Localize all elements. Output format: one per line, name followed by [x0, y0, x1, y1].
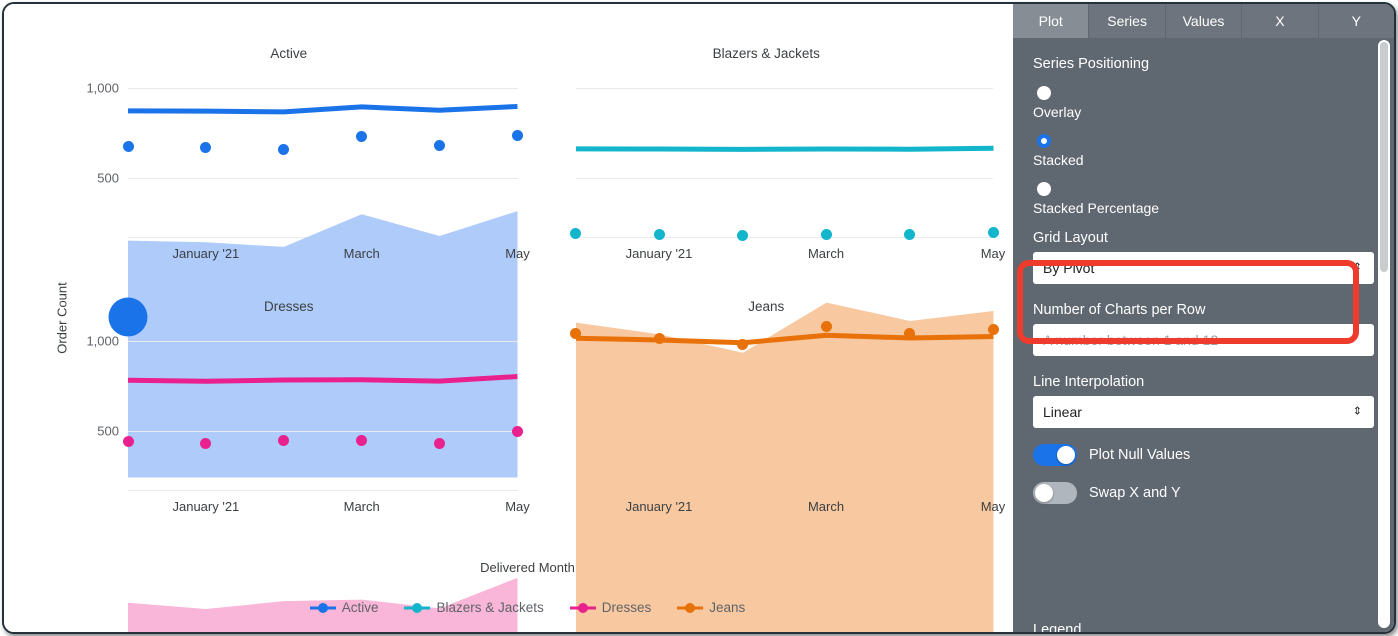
radio-icon-selected[interactable]	[1037, 134, 1051, 148]
x-tick-jan: January '21	[172, 246, 240, 261]
radio-option-stacked-percentage[interactable]: Stacked Percentage	[1033, 182, 1374, 216]
x-tick-mar: March	[807, 246, 845, 261]
toggle-row-plot-null-values[interactable]: Plot Null Values	[1033, 444, 1374, 466]
line-interpolation-select[interactable]: Linear ⇕	[1033, 396, 1374, 428]
toggle-label: Swap X and Y	[1089, 485, 1181, 501]
legend-label: Dresses	[601, 600, 652, 615]
series-positioning-label: Series Positioning	[1033, 56, 1150, 72]
charts-per-row-input[interactable]: A number between 1 and 12	[1033, 324, 1374, 356]
legend-label: Blazers & Jackets	[436, 600, 544, 615]
charts-per-row-label: Number of Charts per Row	[1033, 302, 1206, 318]
chevron-updown-icon: ⇕	[1352, 261, 1362, 274]
radio-label: Stacked	[1033, 152, 1084, 168]
settings-panel-body: Series Positioning Overlay Stacked Stack…	[1013, 38, 1394, 632]
x-tick-jan: January '21	[625, 246, 693, 261]
x-axis-dresses: January '21 March May	[128, 491, 529, 521]
radio-option-stacked[interactable]: Stacked	[1033, 134, 1374, 168]
legend-item-dresses[interactable]: Dresses	[569, 600, 652, 615]
legend-label: Jeans	[709, 600, 746, 615]
y-tick-500: 500	[97, 170, 119, 186]
x-axis-jeans: January '21 March May	[576, 491, 1006, 521]
radio-option-overlay[interactable]: Overlay	[1033, 86, 1374, 120]
radio-label: Stacked Percentage	[1033, 200, 1160, 216]
panel-scrollbar[interactable]	[1378, 40, 1390, 628]
y-tick-1000: 1,000	[86, 80, 119, 96]
chart-panel-jeans: Jeans January '21 March May	[528, 283, 1005, 632]
toggle-plot-null-values[interactable]	[1033, 444, 1077, 466]
tab-values[interactable]: Values	[1165, 4, 1243, 38]
x-tick-may: May	[505, 246, 530, 261]
legend-marker-icon	[404, 602, 431, 613]
tab-plot[interactable]: Plot	[1013, 4, 1090, 38]
plot-area-active: 1,000 500 January '21 March May	[86, 81, 530, 478]
chart-title-blazers-jackets: Blazers & Jackets	[712, 46, 820, 61]
x-tick-may: May	[505, 498, 530, 514]
legend-item-jeans[interactable]: Jeans	[677, 600, 745, 615]
tab-x[interactable]: X	[1242, 4, 1319, 38]
series-line-blazers-jackets	[576, 88, 994, 151]
chart-title-active: Active	[270, 46, 308, 61]
legend-item-active[interactable]: Active	[309, 600, 379, 615]
chart-title-jeans: Jeans	[748, 298, 785, 314]
x-tick-jan: January '21	[172, 498, 240, 514]
x-tick-mar: March	[807, 498, 845, 514]
chart-panel-dresses: Dresses 1,000 500 January '21 March May	[50, 283, 530, 632]
settings-panel: Plot Series Values X Y Series Positionin…	[1013, 4, 1394, 632]
line-interpolation-label: Line Interpolation	[1033, 374, 1145, 390]
chart-grid: Active 1,000 500 January '21 March May B…	[50, 30, 1005, 632]
radio-label: Overlay	[1033, 104, 1082, 120]
toggle-label: Plot Null Values	[1089, 447, 1191, 463]
plot-area-blazers-jackets: January '21 March May	[570, 88, 1005, 506]
x-axis-title: Delivered Month	[480, 560, 575, 575]
x-tick-mar: March	[343, 246, 380, 261]
legend-marker-icon	[309, 602, 336, 613]
legend-marker-icon	[569, 602, 596, 613]
chart-title-dresses: Dresses	[263, 298, 314, 314]
legend-section-label: Legend	[1033, 622, 1082, 632]
grid-layout-label: Grid Layout	[1033, 230, 1108, 246]
x-tick-jan: January '21	[625, 498, 693, 514]
line-interpolation-value: Linear	[1043, 404, 1082, 420]
x-axis-blazers-jackets: January '21 March May	[576, 238, 1006, 268]
chart-panel-active: Active 1,000 500 January '21 March May	[50, 30, 530, 478]
x-tick-mar: March	[343, 498, 380, 514]
legend-label: Active	[341, 600, 379, 615]
plot-area-dresses: 1,000 500 January '21 March May	[86, 333, 530, 632]
grid-layout-value: By Pivot	[1043, 260, 1095, 276]
plot-area-jeans: January '21 March May	[570, 302, 1005, 632]
chart-panel-blazers-jackets: Blazers & Jackets January '21 March May	[528, 30, 1005, 506]
x-tick-may: May	[980, 498, 1006, 514]
y-tick-1000: 1,000	[86, 333, 119, 348]
scrollbar-thumb[interactable]	[1380, 42, 1388, 272]
toggle-swap-x-and-y[interactable]	[1033, 482, 1077, 504]
y-tick-500: 500	[97, 423, 119, 438]
chart-builder-window: Order Count Active 1,000 500 January '21…	[2, 2, 1396, 634]
x-axis-active: January '21 March May	[128, 238, 529, 268]
settings-tab-bar: Plot Series Values X Y	[1013, 4, 1394, 38]
radio-icon[interactable]	[1037, 182, 1051, 196]
toggle-row-swap-x-and-y[interactable]: Swap X and Y	[1033, 482, 1374, 504]
x-tick-may: May	[980, 246, 1006, 261]
visualization-area: Order Count Active 1,000 500 January '21…	[4, 4, 1013, 632]
legend-item-blazers-jackets[interactable]: Blazers & Jackets	[404, 600, 544, 615]
series-line-jeans	[576, 341, 994, 404]
series-line-dresses	[128, 341, 517, 399]
grid-layout-select[interactable]: By Pivot ⇕	[1033, 252, 1374, 284]
radio-icon[interactable]	[1037, 86, 1051, 100]
tab-series[interactable]: Series	[1089, 4, 1166, 38]
tab-y[interactable]: Y	[1318, 4, 1394, 38]
legend-marker-icon	[677, 602, 704, 613]
chevron-updown-icon: ⇕	[1352, 405, 1362, 418]
chart-legend: Active Blazers & Jackets Dresses Jeans	[50, 600, 1005, 615]
